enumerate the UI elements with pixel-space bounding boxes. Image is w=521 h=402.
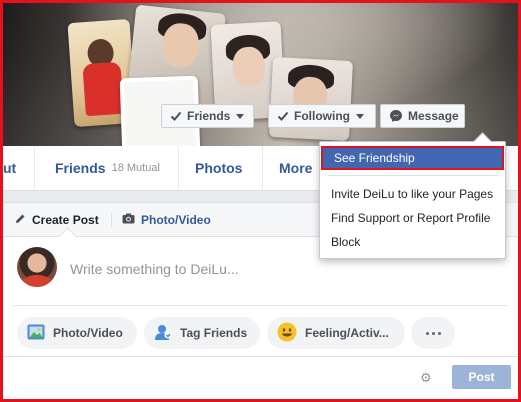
photo-video-button-label: Photo/Video xyxy=(53,326,123,340)
cover-photocard xyxy=(268,56,354,142)
menu-item-invite-to-pages[interactable]: Invite DeiLu to like your Pages xyxy=(320,183,505,205)
camera-icon xyxy=(122,213,135,227)
tab-friends[interactable]: Friends 18 Mutual xyxy=(35,146,179,190)
chevron-down-icon xyxy=(236,113,245,119)
following-button[interactable]: Following xyxy=(268,104,376,128)
mutual-friends-count: 18 Mutual xyxy=(111,162,160,174)
menu-item-block[interactable]: Block xyxy=(320,231,505,253)
tab-about[interactable]: ut xyxy=(3,146,35,190)
tab-more-label: More xyxy=(279,160,313,176)
message-button-label: Message xyxy=(408,109,459,123)
photo-icon xyxy=(27,324,45,343)
gear-icon[interactable]: ⚙ xyxy=(420,370,432,386)
avatar[interactable] xyxy=(17,247,57,287)
photo-video-tab-label: Photo/Video xyxy=(141,212,211,227)
tab-divider xyxy=(111,213,112,227)
tab-photos[interactable]: Photos xyxy=(179,146,263,190)
chevron-down-icon xyxy=(356,113,364,119)
feeling-activity-button-label: Feeling/Activ... xyxy=(305,326,389,340)
composer-divider xyxy=(13,305,508,306)
message-button[interactable]: Message xyxy=(380,104,465,128)
menu-divider xyxy=(328,175,498,176)
more-composer-actions-button[interactable] xyxy=(411,317,455,349)
following-button-label: Following xyxy=(294,109,350,123)
composer-footer: ⚙ Post xyxy=(3,356,518,399)
post-input[interactable]: Write something to DeiLu... xyxy=(70,261,239,277)
tab-create-post[interactable]: Create Post xyxy=(15,203,99,236)
friends-button[interactable]: Friends xyxy=(161,104,254,128)
photo-video-button[interactable]: Photo/Video xyxy=(17,317,137,349)
tag-friends-icon xyxy=(154,323,172,344)
check-icon xyxy=(277,110,289,122)
tab-friends-label: Friends xyxy=(55,160,106,176)
create-post-label: Create Post xyxy=(32,212,99,227)
tab-photo-video[interactable]: Photo/Video xyxy=(122,203,211,236)
tab-photos-label: Photos xyxy=(195,160,243,176)
menu-item-see-friendship[interactable]: See Friendship xyxy=(321,146,504,170)
tag-friends-button-label: Tag Friends xyxy=(180,326,248,340)
tab-about-label: ut xyxy=(3,160,17,176)
check-icon xyxy=(170,110,182,122)
more-dots-icon xyxy=(425,331,441,335)
more-options-menu: See Friendship Invite DeiLu to like your… xyxy=(319,132,506,259)
menu-item-find-support-report[interactable]: Find Support or Report Profile xyxy=(320,207,505,229)
post-button[interactable]: Post xyxy=(452,365,511,389)
tag-friends-button[interactable]: Tag Friends xyxy=(144,317,260,349)
feeling-activity-button[interactable]: Feeling/Activ... xyxy=(267,317,405,349)
smiley-icon xyxy=(277,322,297,345)
messenger-icon xyxy=(389,109,403,123)
friends-button-label: Friends xyxy=(187,109,231,123)
page-frame: Friends Following Message ut Friends 18 … xyxy=(0,0,521,402)
pencil-icon xyxy=(15,213,26,227)
